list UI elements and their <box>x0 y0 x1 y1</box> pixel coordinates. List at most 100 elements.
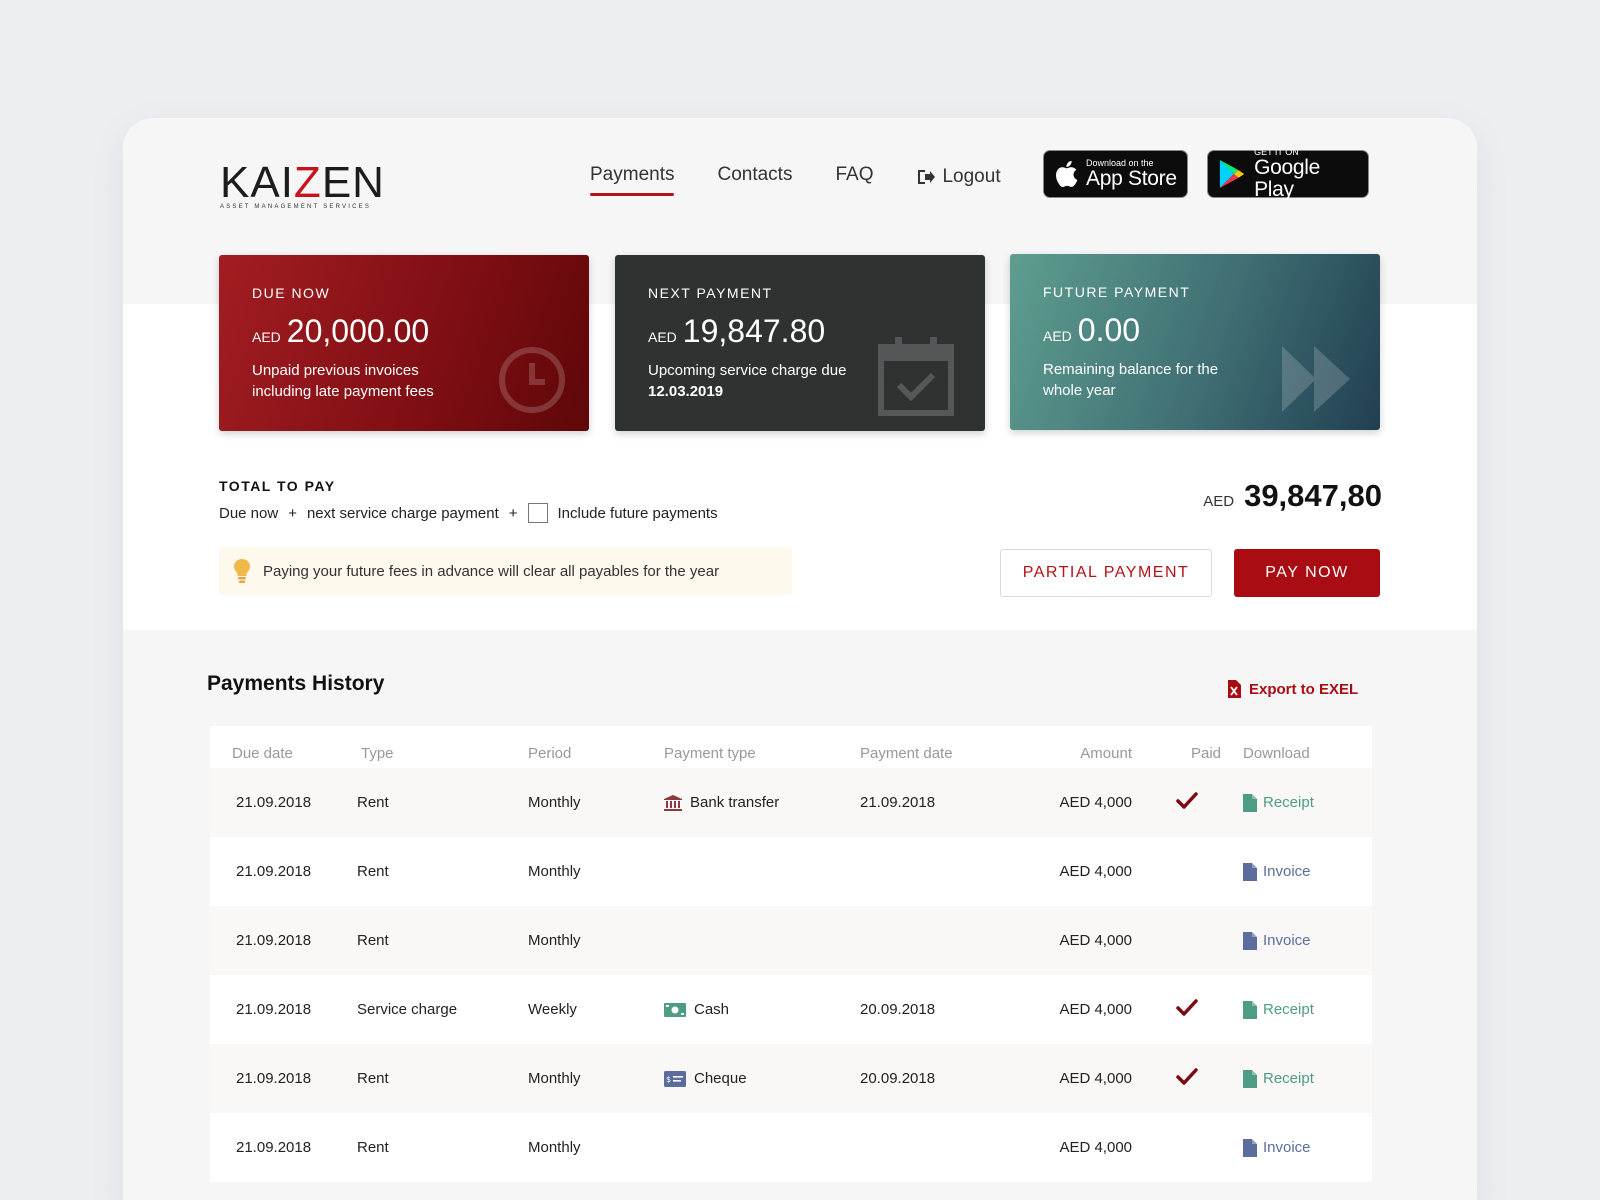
total-breakdown: Due now + next service charge payment + … <box>219 503 718 523</box>
download-label: Receipt <box>1263 794 1314 811</box>
logout-icon <box>918 170 936 184</box>
nav-contacts[interactable]: Contacts <box>717 162 792 192</box>
cell-period: Monthly <box>528 932 581 949</box>
next-payment-card: NEXT PAYMENT AED 19,847.80 Upcoming serv… <box>615 255 985 431</box>
future-payment-card: FUTURE PAYMENT AED 0.00 Remaining balanc… <box>1010 254 1380 430</box>
col-type[interactable]: Type <box>357 745 528 762</box>
col-period[interactable]: Period <box>528 745 664 762</box>
cell-type: Rent <box>357 932 389 949</box>
nav-payments[interactable]: Payments <box>590 162 675 196</box>
cell-amount: AED 4,000 <box>1059 1070 1132 1087</box>
receipt-link[interactable]: Receipt <box>1221 1069 1321 1088</box>
lightbulb-icon <box>234 559 250 583</box>
table-row: 21.09.2018 Rent Monthly $ Cheque 20.09.2018 AE… <box>210 1044 1372 1113</box>
payment-type-label: Cheque <box>694 1070 747 1087</box>
next-payment-currency: AED <box>648 329 677 345</box>
advance-payment-tip: Paying your future fees in advance will … <box>219 547 792 595</box>
download-label: Invoice <box>1263 932 1311 949</box>
total-currency: AED <box>1203 493 1235 510</box>
due-now-currency: AED <box>252 329 281 345</box>
invoice-link[interactable]: Invoice <box>1221 931 1321 950</box>
google-play-icon <box>1219 159 1245 189</box>
cell-payment-type: Bank transfer <box>664 794 860 811</box>
apple-icon <box>1056 160 1078 188</box>
cell-due-date: 21.09.2018 <box>236 1139 312 1156</box>
partial-payment-button[interactable]: PARTIAL PAYMENT <box>1000 549 1212 597</box>
table-row: 21.09.2018 Rent Monthly AED 4,000 Invoice <box>210 1113 1372 1182</box>
cell-paid <box>1132 1067 1221 1090</box>
col-amount[interactable]: Amount <box>1018 745 1132 762</box>
total-part-due-now: Due now <box>219 504 279 522</box>
document-icon <box>1243 862 1257 881</box>
nav-faq[interactable]: FAQ <box>835 162 873 192</box>
export-button[interactable]: Export to EXEL <box>1227 680 1358 698</box>
table-row: 21.09.2018 Rent Monthly Bank transfer 21.09.… <box>210 768 1372 837</box>
future-payment-currency: AED <box>1043 328 1072 344</box>
check-icon <box>1175 1067 1198 1086</box>
cell-paid <box>1132 998 1221 1021</box>
cell-due-date: 21.09.2018 <box>236 1070 312 1087</box>
table-body: 21.09.2018 Rent Monthly Bank transfer 21.09.… <box>210 768 1372 1182</box>
due-now-description: Unpaid previous invoices including late … <box>252 362 434 400</box>
payment-type-label: Cash <box>694 1001 730 1018</box>
main-nav: Payments Contacts FAQ Logout <box>590 162 1044 196</box>
next-payment-description: Upcoming service charge due 12.03.2019 <box>648 362 847 400</box>
download-label: Invoice <box>1263 1139 1311 1156</box>
cell-due-date: 21.09.2018 <box>236 863 312 880</box>
cell-payment-date: 20.09.2018 <box>860 1070 936 1087</box>
app-store-button[interactable]: Download on the App Store <box>1043 150 1188 198</box>
next-payment-value: 19,847.80 <box>682 313 826 349</box>
payments-history-table: Due date Type Period Payment type Paymen… <box>210 726 1372 1182</box>
logo-wordmark: KAIZEN <box>220 158 385 207</box>
table-row: 21.09.2018 Rent Monthly AED 4,000 Invoice <box>210 906 1372 975</box>
document-icon <box>1243 1069 1257 1088</box>
include-future-label[interactable]: Include future payments <box>558 505 718 522</box>
invoice-link[interactable]: Invoice <box>1221 862 1321 881</box>
plus-sign: + <box>508 504 518 522</box>
next-payment-label: NEXT PAYMENT <box>648 285 773 301</box>
total-to-pay-title: TOTAL TO PAY <box>219 478 336 494</box>
table-row: 21.09.2018 Service charge Weekly Cash 20.09.… <box>210 975 1372 1044</box>
svg-text:$: $ <box>666 1075 671 1084</box>
document-icon <box>1243 931 1257 950</box>
download-label: Receipt <box>1263 1001 1314 1018</box>
logout-button[interactable]: Logout <box>916 162 1001 192</box>
cell-amount: AED 4,000 <box>1059 1001 1132 1018</box>
col-payment-type[interactable]: Payment type <box>664 745 860 762</box>
download-label: Receipt <box>1263 1070 1314 1087</box>
cell-payment-type: Cash <box>664 1001 860 1018</box>
clock-icon <box>499 347 565 413</box>
document-icon <box>1243 1000 1257 1019</box>
due-now-label: DUE NOW <box>252 285 331 301</box>
receipt-link[interactable]: Receipt <box>1221 793 1321 812</box>
col-payment-date[interactable]: Payment date <box>860 745 1018 762</box>
app-store-big: App Store <box>1086 167 1177 190</box>
cell-due-date: 21.09.2018 <box>236 1001 312 1018</box>
tip-text: Paying your future fees in advance will … <box>263 562 720 580</box>
cell-payment-type: $ Cheque <box>664 1070 860 1087</box>
col-due-date[interactable]: Due date <box>210 745 357 762</box>
col-download[interactable]: Download <box>1221 745 1321 762</box>
google-play-button[interactable]: GET IT ON Google Play <box>1207 147 1369 201</box>
cell-amount: AED 4,000 <box>1059 863 1132 880</box>
cell-period: Weekly <box>528 1001 577 1018</box>
check-icon <box>1175 998 1198 1017</box>
cell-type: Rent <box>357 794 389 811</box>
include-future-checkbox[interactable] <box>527 503 548 523</box>
cell-type: Rent <box>357 1139 389 1156</box>
future-payment-description: Remaining balance for the whole year <box>1043 361 1219 399</box>
cell-amount: AED 4,000 <box>1059 1139 1132 1156</box>
cell-type: Rent <box>357 1070 389 1087</box>
cell-payment-date: 21.09.2018 <box>860 794 936 811</box>
invoice-link[interactable]: Invoice <box>1221 1138 1321 1157</box>
brand-logo[interactable]: KAIZEN ASSET MANAGEMENT SERVICES <box>220 158 385 211</box>
total-part-next: next service charge payment <box>306 504 499 522</box>
pay-now-button[interactable]: PAY NOW <box>1234 549 1380 597</box>
receipt-link[interactable]: Receipt <box>1221 1000 1321 1019</box>
cell-amount: AED 4,000 <box>1059 932 1132 949</box>
table-header: Due date Type Period Payment type Paymen… <box>210 726 1372 768</box>
cash-icon <box>664 1002 686 1017</box>
col-paid[interactable]: Paid <box>1132 745 1221 762</box>
total-amount: AED 39,847,80 <box>1203 478 1382 514</box>
cell-payment-date: 20.09.2018 <box>860 1001 936 1018</box>
